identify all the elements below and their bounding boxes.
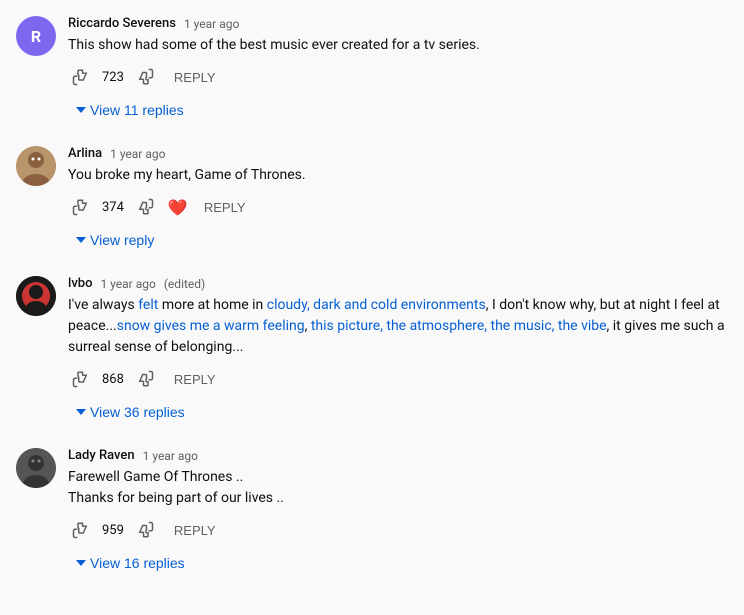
view-replies-label: View reply xyxy=(90,232,154,248)
avatar-initial: R xyxy=(31,27,41,46)
like-button-arlina[interactable] xyxy=(68,194,94,220)
ladyraven-avatar-svg xyxy=(16,448,56,488)
comment-arlina: Arlina 1 year ago You broke my heart, Ga… xyxy=(16,146,728,252)
thumbs-down-icon xyxy=(136,521,154,539)
arlina-avatar-svg xyxy=(16,146,56,186)
thumbs-down-icon xyxy=(136,198,154,216)
like-button-riccardo[interactable] xyxy=(68,64,94,90)
dislike-button-arlina[interactable] xyxy=(132,194,158,220)
comment-line-2: Thanks for being part of our lives .. xyxy=(68,490,284,506)
comment-header-ladyraven: Lady Raven 1 year ago xyxy=(68,448,728,463)
highlight-cloudy: cloudy, dark and cold environments xyxy=(267,297,486,313)
reply-button-ivbo[interactable]: REPLY xyxy=(166,368,224,391)
like-count-ivbo: 868 xyxy=(102,372,124,387)
comment-body-arlina: Arlina 1 year ago You broke my heart, Ga… xyxy=(68,146,728,252)
comment-actions-riccardo: 723 REPLY xyxy=(68,64,728,90)
thumbs-up-icon xyxy=(72,370,90,388)
comment-body-riccardo: Riccardo Severens 1 year ago This show h… xyxy=(68,16,728,122)
dislike-button-ivbo[interactable] xyxy=(132,366,158,392)
edited-label-ivbo: (edited) xyxy=(164,277,205,291)
author-name: Riccardo Severens xyxy=(68,16,176,31)
like-count-arlina: 374 xyxy=(102,200,124,215)
chevron-down-icon xyxy=(76,409,86,415)
reply-button-riccardo[interactable]: REPLY xyxy=(166,66,224,89)
author-name-arlina: Arlina xyxy=(68,146,102,161)
comment-header-ivbo: lvbo 1 year ago (edited) xyxy=(68,276,728,291)
thumbs-down-icon xyxy=(136,370,154,388)
thumbs-up-icon xyxy=(72,521,90,539)
comment-riccardo: R Riccardo Severens 1 year ago This show… xyxy=(16,16,728,122)
timestamp: 1 year ago xyxy=(184,17,239,31)
view-replies-label: View 11 replies xyxy=(90,102,184,118)
comment-text-ivbo: I've always felt more at home in cloudy,… xyxy=(68,295,728,358)
timestamp-ivbo: 1 year ago xyxy=(100,277,155,291)
chevron-down-icon xyxy=(76,560,86,566)
highlight-picture: this picture, the atmosphere, the music,… xyxy=(311,318,607,334)
reply-button-arlina[interactable]: REPLY xyxy=(196,196,254,219)
comment-body-ivbo: lvbo 1 year ago (edited) I've always fel… xyxy=(68,276,728,424)
view-replies-arlina[interactable]: View reply xyxy=(68,228,162,252)
thumbs-up-icon xyxy=(72,198,90,216)
comment-header-riccardo: Riccardo Severens 1 year ago xyxy=(68,16,728,31)
like-button-ladyraven[interactable] xyxy=(68,517,94,543)
view-replies-ivbo[interactable]: View 36 replies xyxy=(68,400,193,424)
chevron-down-icon xyxy=(76,107,86,113)
comment-text-arlina: You broke my heart, Game of Thrones. xyxy=(68,165,728,186)
avatar-ladyraven xyxy=(16,448,56,488)
timestamp-arlina: 1 year ago xyxy=(110,147,165,161)
view-replies-ladyraven[interactable]: View 16 replies xyxy=(68,551,193,575)
heart-reaction: ❤️ xyxy=(168,198,188,217)
view-replies-label: View 36 replies xyxy=(90,404,185,420)
view-replies-label: View 16 replies xyxy=(90,555,185,571)
comment-ladyraven: Lady Raven 1 year ago Farewell Game Of T… xyxy=(16,448,728,575)
dislike-button-riccardo[interactable] xyxy=(132,64,158,90)
like-count-ladyraven: 959 xyxy=(102,523,124,538)
chevron-down-icon xyxy=(76,237,86,243)
thumbs-down-icon xyxy=(136,68,154,86)
comment-text-riccardo: This show had some of the best music eve… xyxy=(68,35,728,56)
author-name-ivbo: lvbo xyxy=(68,276,92,291)
author-name-ladyraven: Lady Raven xyxy=(68,448,135,463)
comment-section: R Riccardo Severens 1 year ago This show… xyxy=(16,16,728,575)
comment-body-ladyraven: Lady Raven 1 year ago Farewell Game Of T… xyxy=(68,448,728,575)
comment-actions-ladyraven: 959 REPLY xyxy=(68,517,728,543)
highlight-snow: snow gives me a warm feeling xyxy=(117,318,305,334)
comment-actions-ivbo: 868 REPLY xyxy=(68,366,728,392)
comment-actions-arlina: 374 ❤️ REPLY xyxy=(68,194,728,220)
dislike-button-ladyraven[interactable] xyxy=(132,517,158,543)
thumbs-up-icon xyxy=(72,68,90,86)
comment-ivbo: lvbo 1 year ago (edited) I've always fel… xyxy=(16,276,728,424)
highlight-felt: felt xyxy=(138,297,158,313)
comment-text-ladyraven: Farewell Game Of Thrones .. Thanks for b… xyxy=(68,467,728,509)
timestamp-ladyraven: 1 year ago xyxy=(143,449,198,463)
comment-header-arlina: Arlina 1 year ago xyxy=(68,146,728,161)
comment-line-1: Farewell Game Of Thrones .. xyxy=(68,469,243,485)
reply-button-ladyraven[interactable]: REPLY xyxy=(166,519,224,542)
view-replies-riccardo[interactable]: View 11 replies xyxy=(68,98,192,122)
avatar-arlina xyxy=(16,146,56,186)
ivbo-avatar-svg xyxy=(16,276,56,316)
like-button-ivbo[interactable] xyxy=(68,366,94,392)
like-count-riccardo: 723 xyxy=(102,70,124,85)
avatar-ivbo xyxy=(16,276,56,316)
avatar-riccardo: R xyxy=(16,16,56,56)
